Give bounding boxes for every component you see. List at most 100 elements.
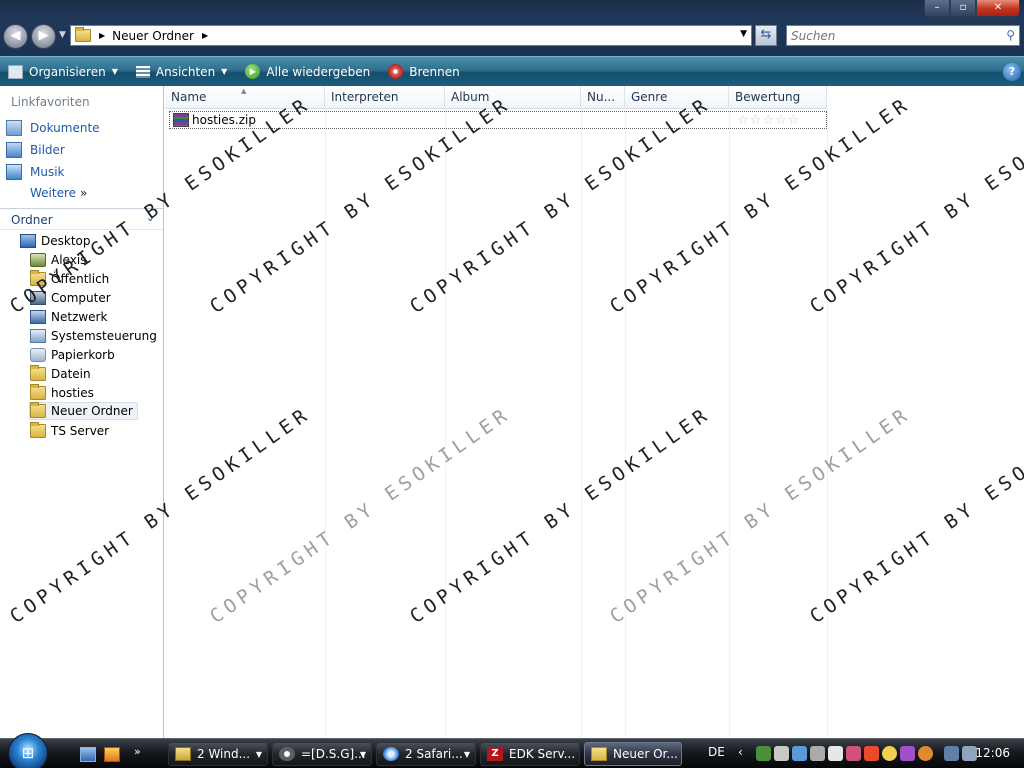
taskbar-button-label: =[D.S.G]... [301,747,366,761]
media-player-icon[interactable] [104,747,120,762]
taskbar-button-label: Neuer Or... [613,747,678,761]
show-hidden-icons-icon[interactable]: ‹ [738,745,743,759]
favorite-link-documents[interactable]: Dokumente [6,120,100,136]
taskbar-button-safari[interactable]: 2 Safari... ▼ [376,742,476,766]
command-toolbar: Organisieren ▼ Ansichten ▼ ▶ Alle wieder… [0,56,1024,86]
star-icon[interactable]: ☆ [737,113,749,128]
recent-pages-dropdown[interactable]: ▼ [59,30,66,40]
column-divider [445,109,446,738]
window-controls: – ▫ ✕ [924,0,1020,17]
status-tray-icon[interactable] [918,746,933,761]
folder-icon [30,402,46,418]
search-icon[interactable]: ⚲ [1006,28,1015,42]
breadcrumb-arrow-icon[interactable]: ▶ [202,31,208,40]
taskbar: ⊞ » 2 Wind... ▼ =[D.S.G]... ▼ 2 Safari..… [0,733,1024,768]
display-icon[interactable] [944,746,959,761]
drive-icon[interactable] [810,746,825,761]
file-list-view[interactable]: Name ▲ Interpreten Album Nu... Genre Bew… [165,86,1024,738]
favorite-label: Dokumente [30,121,100,135]
folder-icon [75,27,91,42]
safely-remove-icon[interactable] [774,746,789,761]
tree-item-datein[interactable]: Datein [30,365,95,383]
tree-item-label: Alexis [51,253,87,267]
app-tray-icon[interactable] [846,746,861,761]
folders-section-header[interactable]: Ordner ⌄ [0,208,163,230]
file-name[interactable]: hosties.zip [192,113,256,127]
tree-item-alexis[interactable]: Alexis [30,251,90,269]
tree-item-public[interactable]: Öffentlich [30,270,113,288]
more-favorites-link[interactable]: Weitere» [30,186,87,200]
star-icon[interactable]: ☆ [762,113,774,128]
language-indicator[interactable]: DE [708,745,725,759]
column-header-name[interactable]: Name ▲ [165,86,325,109]
forward-button[interactable]: ▶ [31,24,56,49]
tree-item-label: Netzwerk [51,310,108,324]
column-label: Bewertung [735,90,801,104]
tool-icon[interactable] [828,746,843,761]
search-box[interactable]: ⚲ [786,25,1020,46]
column-header-album[interactable]: Album [445,86,581,109]
search-input[interactable] [787,26,987,45]
taskbar-button-steam[interactable]: =[D.S.G]... ▼ [272,742,372,766]
tree-item-hosties[interactable]: hosties [30,384,98,402]
views-button[interactable]: Ansichten ▼ [135,64,228,79]
column-header-genre[interactable]: Genre [625,86,729,109]
favorite-link-pictures[interactable]: Bilder [6,142,65,158]
column-label: Album [451,90,490,104]
folder-icon [591,747,607,761]
play-all-button[interactable]: ▶ Alle wiedergeben [245,64,370,79]
moon-icon[interactable] [882,746,897,761]
tree-item-desktop[interactable]: Desktop [20,232,95,250]
double-chevron-right-icon[interactable]: » [134,745,141,758]
address-bar[interactable]: ▶ Neuer Ordner ▶ ▼ [70,25,752,46]
address-path[interactable]: Neuer Ordner [112,29,194,43]
chevron-down-icon: ▼ [221,67,228,76]
favorite-link-music[interactable]: Musik [6,164,65,180]
show-desktop-icon[interactable] [80,747,96,762]
tree-item-network[interactable]: Netzwerk [30,308,111,326]
address-dropdown-icon[interactable]: ▼ [740,29,747,39]
tree-item-label: Systemsteuerung [51,329,157,343]
messenger-icon[interactable] [792,746,807,761]
column-label: Interpreten [331,90,399,104]
tree-item-computer[interactable]: Computer [30,289,115,307]
column-header-number[interactable]: Nu... [581,86,625,109]
taskbar-button-new-folder[interactable]: Neuer Or... [584,742,682,766]
column-header-row: Name ▲ Interpreten Album Nu... Genre Bew… [165,86,827,109]
file-row[interactable]: hosties.zip ☆ ☆ ☆ ☆ ☆ [169,111,827,129]
tree-item-ts-server[interactable]: TS Server [30,422,113,440]
media-tray-icon[interactable] [900,746,915,761]
tree-item-control-panel[interactable]: Systemsteuerung [30,327,161,345]
breadcrumb-arrow-icon[interactable]: ▶ [99,31,105,40]
column-header-artists[interactable]: Interpreten [325,86,445,109]
network-tray-icon[interactable] [756,746,771,761]
minimize-button[interactable]: – [924,0,950,17]
burn-button[interactable]: Brennen [388,64,460,79]
star-icon[interactable]: ☆ [788,113,800,128]
column-divider [625,109,626,738]
browser-tray-icon[interactable] [864,746,879,761]
organize-button[interactable]: Organisieren ▼ [8,64,118,79]
safari-icon [383,747,399,761]
tree-item-new-folder[interactable]: Neuer Ordner [29,402,138,420]
favorite-label: Musik [30,165,65,179]
tree-item-label: TS Server [51,424,110,438]
taskbar-button-filezilla[interactable]: Z EDK Serv... [480,742,580,766]
rating-stars[interactable]: ☆ ☆ ☆ ☆ ☆ [737,113,800,128]
organize-icon [8,64,23,79]
clock[interactable]: 12:06 [975,746,1010,760]
help-button[interactable]: ? [1003,63,1021,81]
chevron-down-icon[interactable]: ⌄ [146,211,155,224]
maximize-button[interactable]: ▫ [950,0,976,17]
tree-item-recycle-bin[interactable]: Papierkorb [30,346,119,364]
back-button[interactable]: ◀ [3,24,28,49]
pictures-icon [6,142,22,158]
start-button[interactable]: ⊞ [8,733,48,768]
taskbar-button-windows[interactable]: 2 Wind... ▼ [168,742,268,766]
star-icon[interactable]: ☆ [750,113,762,128]
views-label: Ansichten [155,64,216,79]
close-button[interactable]: ✕ [976,0,1020,17]
star-icon[interactable]: ☆ [775,113,787,128]
column-header-rating[interactable]: Bewertung [729,86,827,109]
refresh-button[interactable]: ⇆ [755,25,777,46]
